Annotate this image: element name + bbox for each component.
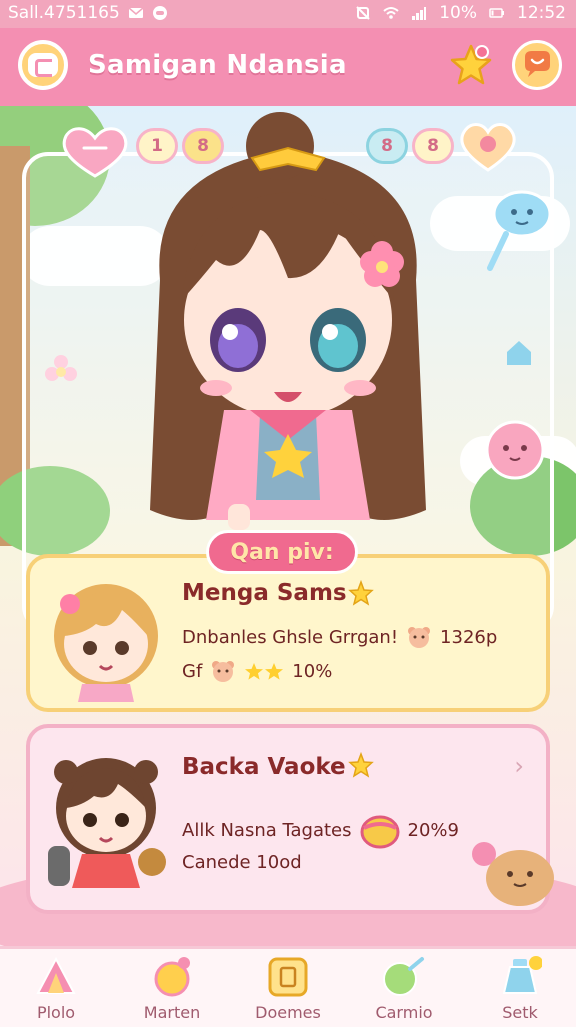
character-name: Menga Sams (182, 580, 347, 606)
mail-icon (128, 7, 144, 18)
card-stat-label: Dnbanles Ghsle Grrgan! (182, 626, 399, 648)
nav-item-carmio[interactable]: Carmio (354, 949, 454, 1027)
nav-label: Plolo (36, 1003, 76, 1022)
bottom-navigation: Plolo Marten Doemes Carmio Setk (0, 946, 576, 1027)
tent-icon (36, 956, 76, 994)
chat-button[interactable] (512, 40, 562, 90)
status-bar: Sall.4751165 10% 12:52 (0, 0, 576, 28)
nav-item-marten[interactable]: Marten (122, 949, 222, 1027)
page-title: Samigan Ndansia (88, 50, 347, 80)
character-avatar-brunette (48, 758, 166, 888)
signal-icon (412, 7, 427, 20)
back-button[interactable] (18, 40, 68, 90)
card-stat-label: Allk Nasna Tagates (182, 819, 352, 841)
character-card[interactable]: Menga Sams Dnbanles Ghsle Grrgan! 1326p … (26, 554, 550, 712)
nav-item-plolo[interactable]: Plolo (6, 949, 106, 1027)
carrier-text: Sall.4751165 (8, 3, 120, 23)
house-icon (507, 341, 531, 365)
star-badge-icon (348, 580, 374, 606)
notification-icon (152, 6, 167, 20)
potion-jar-icon (360, 815, 400, 849)
chevron-right-icon[interactable]: › (514, 752, 524, 780)
star-badge-icon (348, 752, 374, 778)
card-stat-row: Dnbanles Ghsle Grrgan! 1326p (182, 624, 497, 650)
game-scene: 1 8 8 8 Qan piv: Menga Sams Dnbanles Ghs… (0, 106, 576, 946)
character-card[interactable]: Backa Vaoke › Allk Nasna Tagates 20%9 Ca… (26, 724, 554, 914)
character-avatar-blonde (54, 584, 158, 702)
character-name: Backa Vaoke (182, 754, 346, 780)
card-stat-row: Gf 10% (182, 658, 332, 684)
back-icon (28, 53, 58, 77)
star-rating-icon (245, 663, 284, 680)
card-stat-label: Canede 10od (182, 852, 302, 873)
app-header: Samigan Ndansia (0, 28, 576, 110)
card-stat-row: Allk Nasna Tagates 20%9 (182, 810, 459, 850)
lollipop-icon (383, 957, 424, 996)
favorite-star-icon[interactable] (448, 42, 494, 88)
nav-label: Setk (502, 1003, 538, 1022)
card-stat-value: 20%9 (407, 819, 459, 841)
mute-icon (356, 6, 370, 20)
bear-face-icon (408, 627, 431, 648)
card-stat-value: 10% (292, 660, 333, 682)
card-stat-label: Gf (182, 660, 203, 682)
nav-label: Marten (143, 1003, 201, 1022)
character-name-label: Qan piv: (206, 530, 358, 574)
card-stat-value: 1326p (440, 626, 498, 648)
clock-text: 12:52 (517, 3, 566, 23)
wifi-icon (383, 7, 399, 19)
bear-face-icon (212, 661, 235, 682)
bear-mascot-icon (472, 842, 554, 906)
heart-badge-icon (460, 123, 516, 172)
chat-bubble-icon (525, 51, 550, 77)
nav-item-setk[interactable]: Setk (470, 949, 570, 1027)
potion-icon (502, 956, 542, 994)
card-stat-row: Canede 10od (182, 852, 302, 873)
main-character-portrait (150, 112, 426, 530)
nav-label: Doemes (255, 1003, 321, 1022)
flower-icon (45, 355, 77, 381)
pink-puff-creature-icon (485, 420, 545, 480)
candy-icon (154, 957, 190, 997)
blue-cloud-wand-icon (487, 190, 552, 271)
battery-text: 10% (439, 3, 477, 23)
nav-item-doemes[interactable]: Doemes (238, 949, 338, 1027)
gift-box-icon (268, 957, 308, 997)
battery-icon (489, 8, 504, 18)
nav-label: Carmio (375, 1003, 433, 1022)
